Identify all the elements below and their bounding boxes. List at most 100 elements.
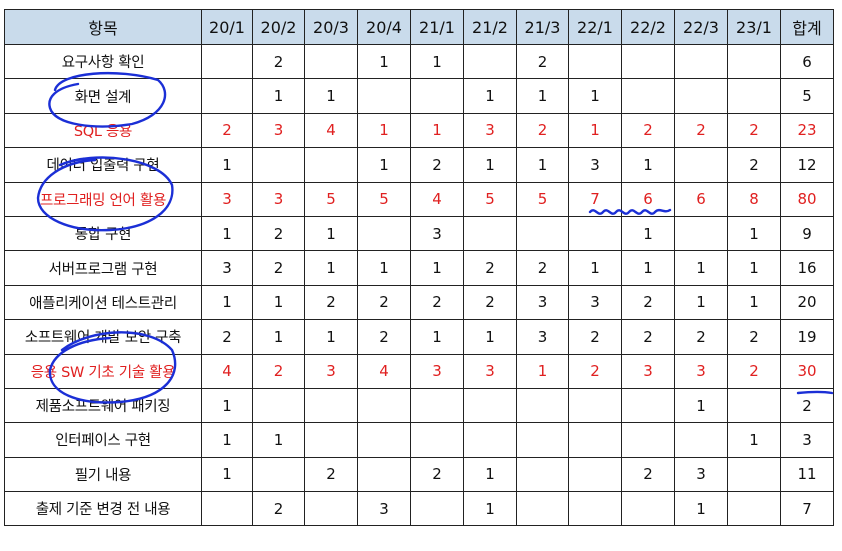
count-cell [410,387,464,424]
count-cell [516,387,569,424]
count-cell: 2 [252,353,305,389]
count-cell: 1 [463,78,517,114]
count-cell: 3 [568,147,622,183]
count-cell [304,422,358,458]
row-item-label: 화면 설계 [4,78,202,114]
count-cell: 1 [357,147,411,183]
table-row: 출제 기준 변경 전 내용 2 3 1 1 7 [4,491,834,527]
count-cell: 3 [463,353,517,389]
row-total-cell: 6 [780,43,834,80]
count-cell [252,387,305,424]
count-cell [516,456,569,493]
count-cell: 3 [674,353,728,389]
count-cell: 1 [252,284,305,321]
count-cell: 2 [201,112,253,149]
count-cell: 5 [357,181,411,217]
count-cell: 2 [727,147,781,183]
count-cell: 3 [568,284,622,321]
count-cell [304,147,358,183]
row-total-cell: 20 [780,284,834,321]
count-cell: 4 [357,353,411,389]
count-cell: 2 [410,456,464,493]
count-cell: 2 [463,250,517,286]
count-cell [357,215,411,252]
count-cell: 1 [463,456,517,493]
count-cell: 1 [674,491,728,527]
header-period: 20/3 [304,9,358,45]
count-cell: 3 [410,353,464,389]
count-cell: 3 [463,112,517,149]
count-cell [621,78,675,114]
count-cell: 1 [568,78,622,114]
row-item-label: 소프트웨어 개발 보안 구축 [4,319,202,355]
count-cell: 2 [727,319,781,355]
row-item-label: 응용 SW 기초 기술 활용 [4,353,202,389]
count-cell: 2 [410,284,464,321]
count-cell: 3 [357,491,411,527]
count-cell: 2 [727,353,781,389]
count-cell [674,215,728,252]
count-cell [674,43,728,80]
count-cell [304,43,358,80]
count-cell: 2 [568,353,622,389]
table-row: 서버프로그램 구현 3 2 1 1 1 2 2 1 1 1 1 16 [4,250,834,286]
count-cell: 1 [357,112,411,149]
row-total-cell: 16 [780,250,834,286]
row-item-label: 프로그래밍 언어 활용 [4,181,202,217]
count-cell [621,422,675,458]
header-row: 항목 20/1 20/2 20/3 20/4 21/1 21/2 21/3 22/1 22/2 22… [4,9,834,45]
count-cell [727,491,781,527]
table-row: 화면 설계 1 1 1 1 1 5 [4,78,834,114]
table-row: 애플리케이션 테스트관리 1 1 2 2 2 2 3 3 2 1 1 20 [4,284,834,321]
count-cell: 1 [357,250,411,286]
count-cell: 1 [410,319,464,355]
count-cell: 1 [516,78,569,114]
count-cell [568,456,622,493]
count-cell [410,78,464,114]
table-row: 요구사항 확인 2 1 1 2 6 [4,43,834,80]
count-cell [727,78,781,114]
count-cell [304,491,358,527]
count-cell: 2 [252,250,305,286]
table-row: 데이터 입출력 구현 1 1 2 1 1 3 1 2 12 [4,147,834,183]
count-cell: 3 [516,284,569,321]
row-item-label: 애플리케이션 테스트관리 [4,284,202,321]
count-cell: 2 [463,284,517,321]
count-cell: 2 [201,319,253,355]
count-cell [516,422,569,458]
count-cell: 3 [201,250,253,286]
header-period: 22/1 [568,9,622,45]
count-cell [410,422,464,458]
header-period: 22/2 [621,9,675,45]
count-cell: 1 [727,250,781,286]
count-cell: 2 [727,112,781,149]
count-cell: 1 [621,147,675,183]
count-cell: 1 [727,422,781,458]
count-cell [516,215,569,252]
count-cell: 2 [252,43,305,80]
table-row: 소프트웨어 개발 보안 구축 2 1 1 2 1 1 3 2 2 2 2 19 [4,319,834,355]
count-cell [463,422,517,458]
header-period: 20/2 [252,9,305,45]
count-cell: 1 [201,147,253,183]
count-cell: 2 [516,43,569,80]
table-row: 인터페이스 구현 1 1 1 3 [4,422,834,458]
count-cell: 1 [201,456,253,493]
count-cell [621,491,675,527]
header-period: 20/4 [357,9,411,45]
table-row: 제품소프트웨어 패키징 1 1 2 [4,387,834,424]
row-total-cell: 12 [780,147,834,183]
count-cell: 1 [674,250,728,286]
table-row: 응용 SW 기초 기술 활용 4 2 3 4 3 3 1 2 3 3 2 30 [4,353,834,389]
count-cell: 1 [252,422,305,458]
row-total-cell: 11 [780,456,834,493]
row-item-label: 서버프로그램 구현 [4,250,202,286]
count-cell: 1 [463,147,517,183]
count-cell: 1 [410,43,464,80]
header-period: 21/1 [410,9,464,45]
row-item-label: 제품소프트웨어 패키징 [4,387,202,424]
count-cell [674,422,728,458]
table-row: 통합 구현 1 2 1 3 1 1 9 [4,215,834,252]
count-cell [357,422,411,458]
header-period: 22/3 [674,9,728,45]
